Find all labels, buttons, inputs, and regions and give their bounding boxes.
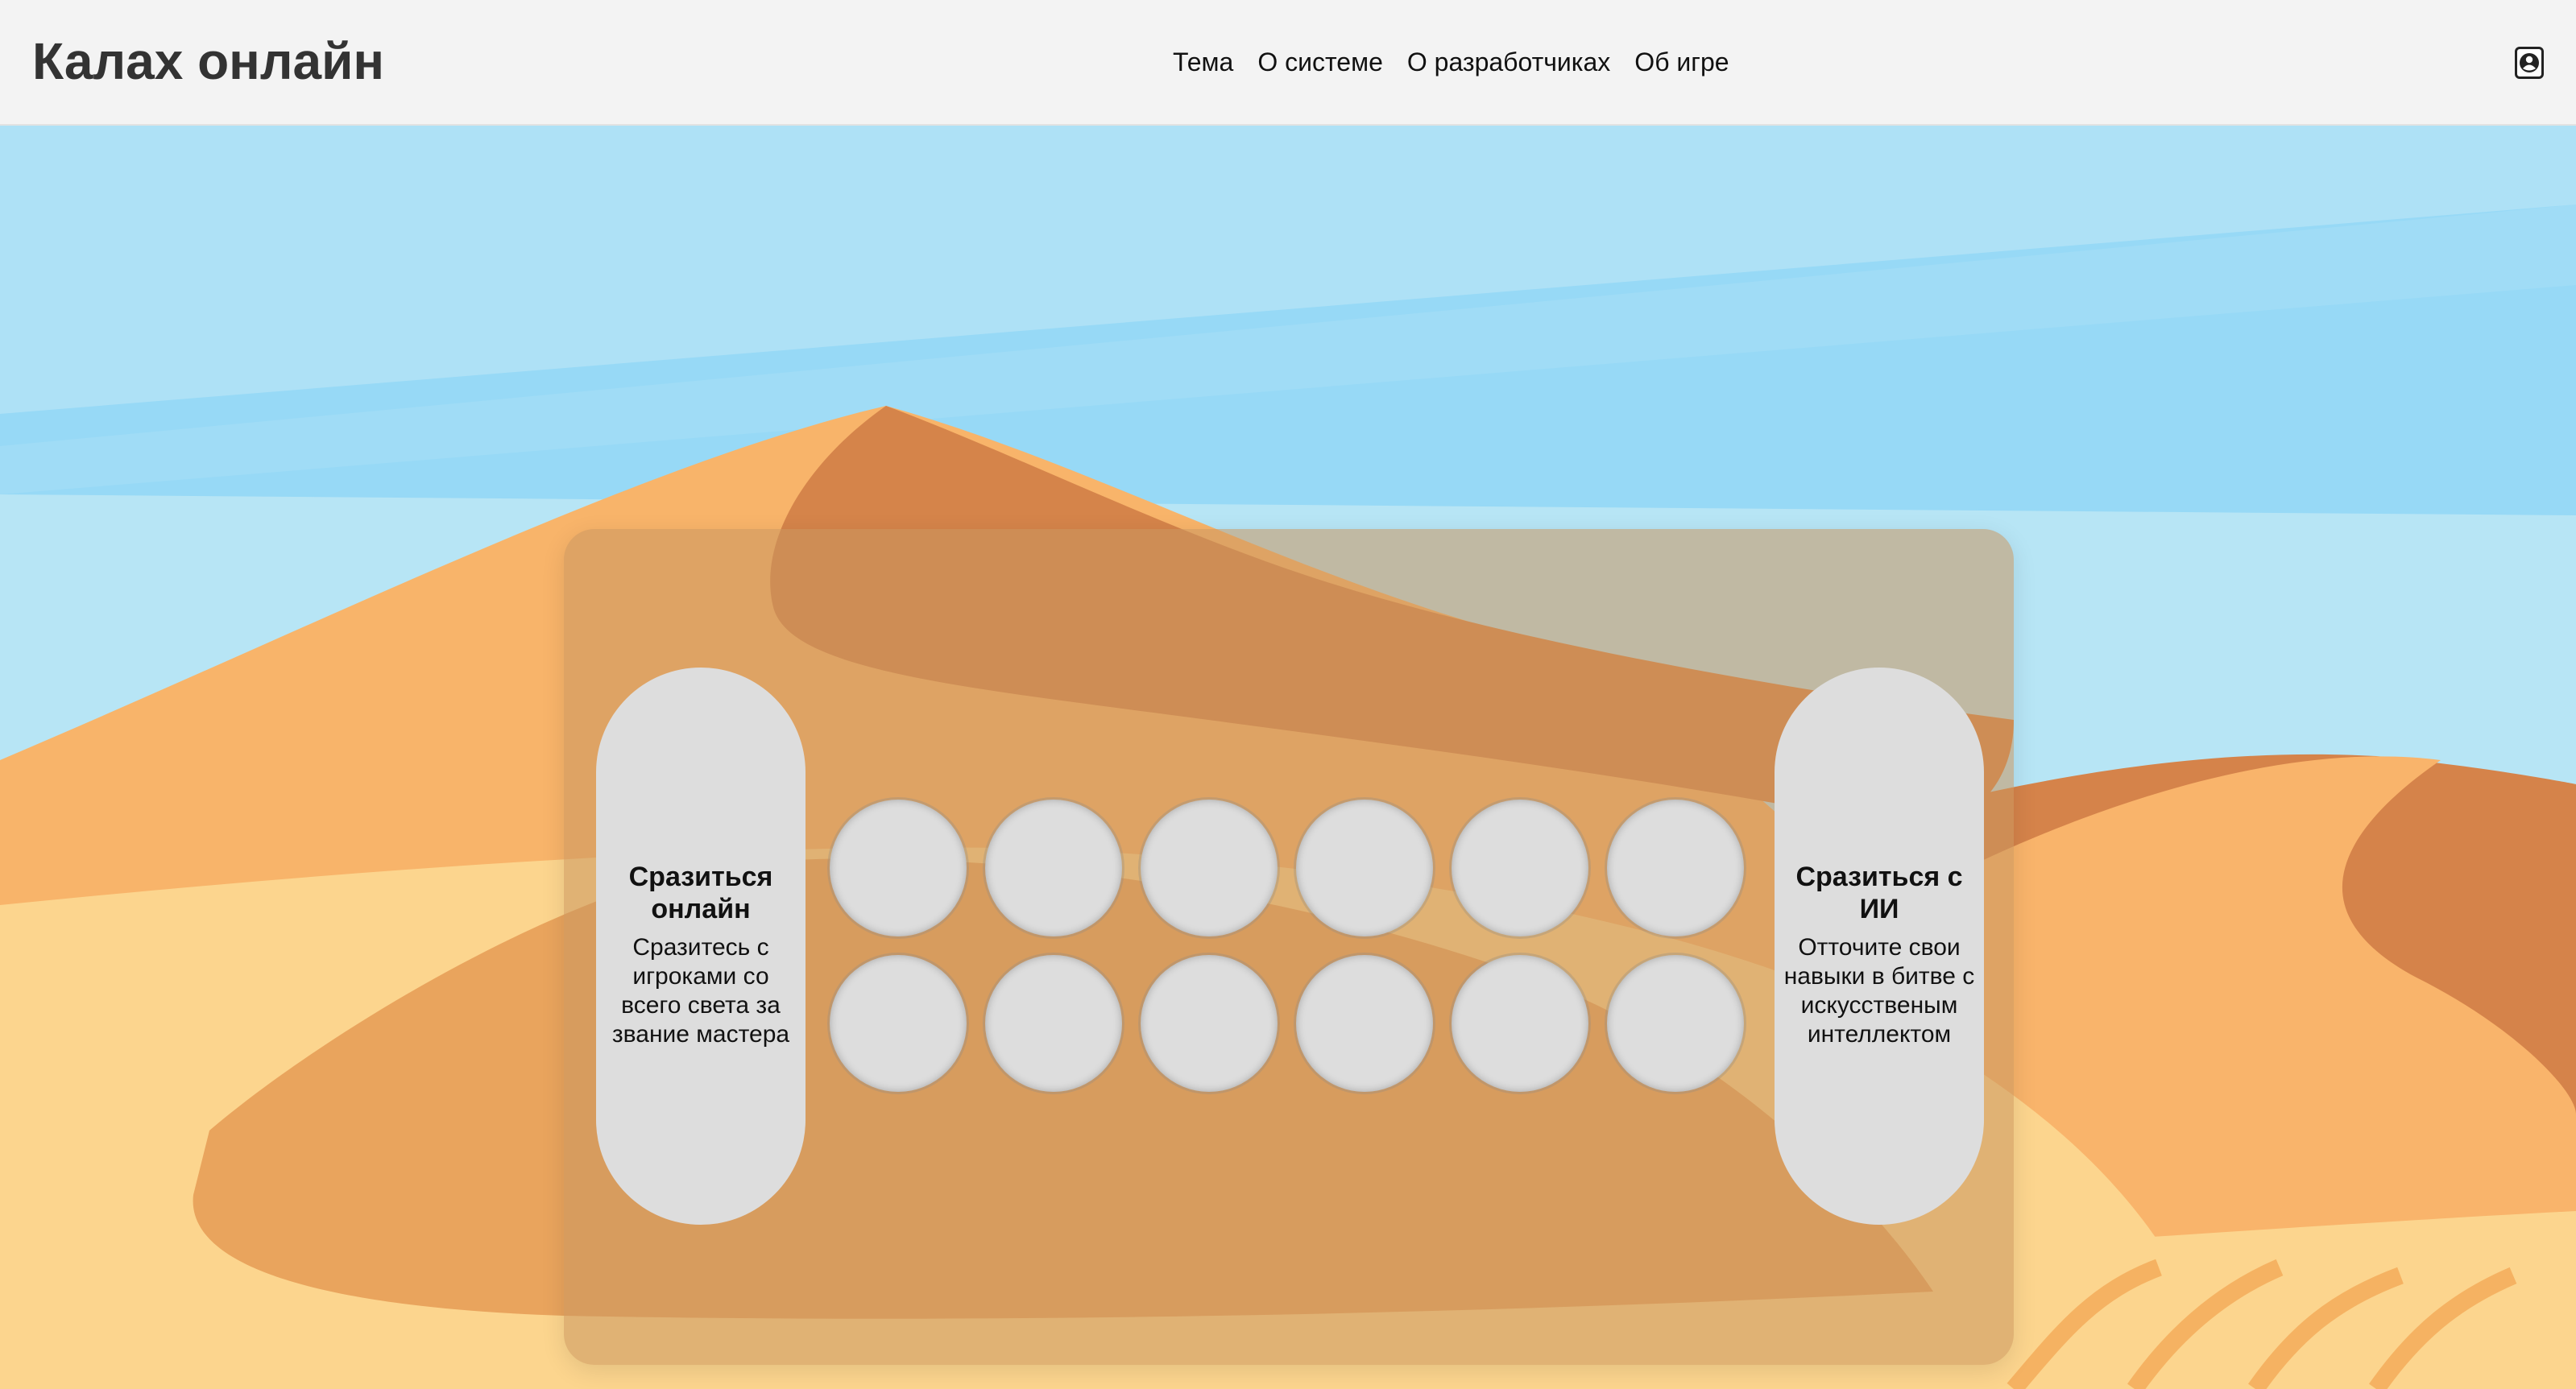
play-online-title: Сразиться онлайн <box>628 862 773 924</box>
pit <box>830 955 967 1092</box>
pit <box>1452 955 1588 1092</box>
pit <box>1141 955 1278 1092</box>
main-nav: Тема О системе О разработчиках Об игре <box>1173 42 1729 82</box>
play-online-button[interactable]: Сразиться онлайн Сразитесь с игроками со… <box>596 668 806 1225</box>
pit <box>1607 800 1744 936</box>
pit <box>1452 800 1588 936</box>
pit <box>985 955 1122 1092</box>
play-ai-button[interactable]: Сразиться с ИИ Отточите свои навыки в би… <box>1775 668 1984 1225</box>
pit <box>1607 955 1744 1092</box>
account-circle-icon <box>2520 53 2539 72</box>
pit <box>1141 800 1278 936</box>
kalah-board: Сразиться онлайн Сразитесь с игроками со… <box>564 529 2014 1365</box>
pit <box>1296 800 1433 936</box>
play-ai-description: Отточите свои навыки в битве с искусстве… <box>1783 934 1975 1048</box>
pit <box>1296 955 1433 1092</box>
page: Калах онлайн Тема О системе О разработчи… <box>0 0 2576 1389</box>
nav-about-game[interactable]: Об игре <box>1634 42 1729 82</box>
pit <box>985 800 1122 936</box>
pit <box>830 800 967 936</box>
play-ai-title: Сразиться с ИИ <box>1795 862 1963 924</box>
pits-grid <box>830 800 1744 1092</box>
site-title: Калах онлайн <box>32 32 385 90</box>
header: Калах онлайн Тема О системе О разработчи… <box>0 0 2576 126</box>
nav-about-system[interactable]: О системе <box>1257 42 1383 82</box>
account-button[interactable] <box>2515 47 2544 79</box>
nav-about-developers[interactable]: О разработчиках <box>1407 42 1610 82</box>
nav-theme[interactable]: Тема <box>1173 42 1233 82</box>
play-online-description: Сразитесь с игроками со всего света за з… <box>611 934 790 1048</box>
